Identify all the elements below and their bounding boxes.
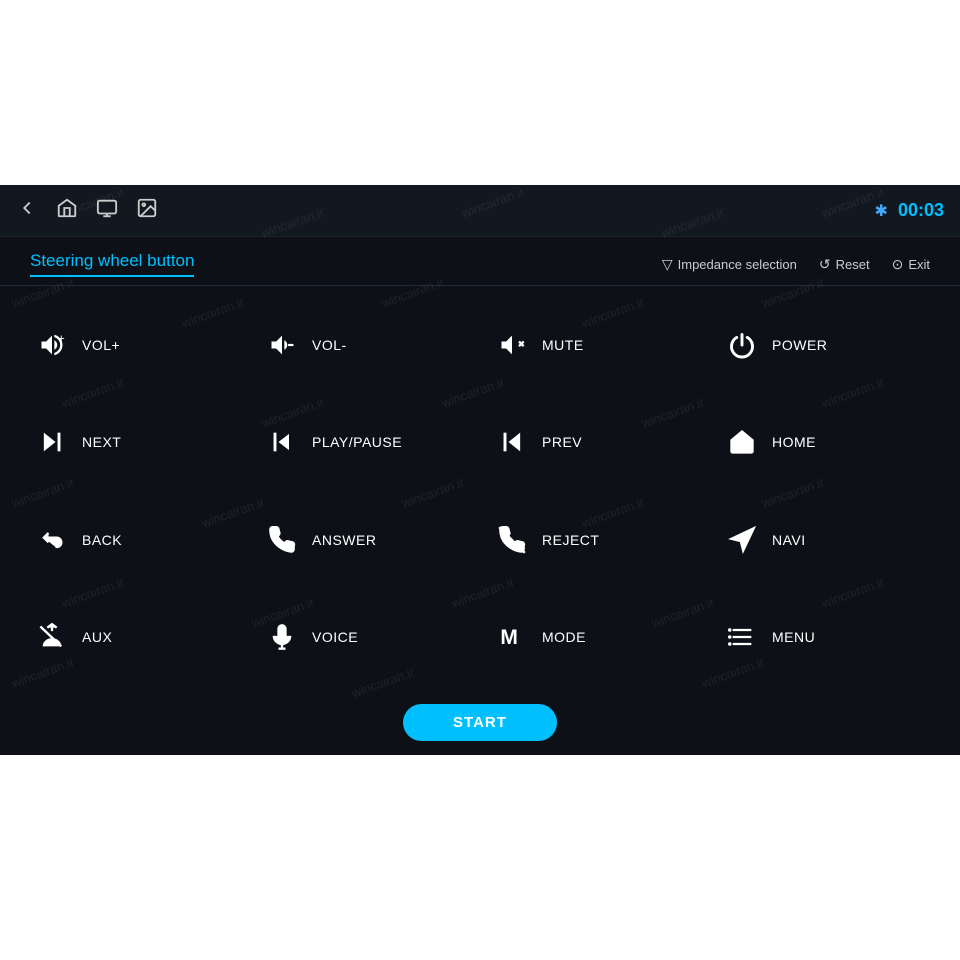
menu-button[interactable]: MENU (710, 589, 940, 687)
reject-button[interactable]: REJECT (480, 491, 710, 589)
svg-text:M: M (500, 626, 517, 649)
back-label: BACK (82, 532, 122, 548)
vol-plus-label: VOL+ (82, 337, 120, 353)
reset-action[interactable]: ↺ Reset (819, 256, 870, 273)
reset-icon: ↺ (819, 256, 831, 273)
impedance-selection-action[interactable]: ▽ Impedance selection (662, 256, 797, 273)
next-label: NEXT (82, 434, 121, 450)
power-icon (726, 331, 758, 359)
prev-button[interactable]: PREV (480, 394, 710, 492)
home-btn-icon (726, 428, 758, 456)
play-pause-label: PLAY/PAUSE (312, 434, 402, 450)
home-button[interactable]: HOME (710, 394, 940, 492)
content-area: Steering wheel button ▽ Impedance select… (0, 237, 960, 755)
home-label: HOME (772, 434, 816, 450)
gallery-icon[interactable] (136, 197, 158, 224)
back-btn-icon (36, 526, 68, 554)
mute-label: MUTE (542, 337, 584, 353)
prev-label: PREV (542, 434, 582, 450)
menu-label: MENU (772, 629, 815, 645)
power-button[interactable]: POWER (710, 296, 940, 394)
vol-minus-button[interactable]: VOL- (250, 296, 480, 394)
nav-icons (16, 197, 158, 224)
clock-display: 00:03 (898, 200, 944, 221)
next-button[interactable]: NEXT (20, 394, 250, 492)
mute-icon (496, 331, 528, 359)
exit-label: Exit (908, 257, 930, 272)
exit-icon: ⊙ (892, 256, 904, 273)
power-label: POWER (772, 337, 827, 353)
reject-label: REJECT (542, 532, 599, 548)
page-title: Steering wheel button (30, 251, 194, 277)
back-button[interactable]: BACK (20, 491, 250, 589)
mute-button[interactable]: MUTE (480, 296, 710, 394)
bottom-white-area (0, 755, 960, 960)
next-icon (36, 428, 68, 456)
top-bar-right: ✱ 00:03 (875, 200, 944, 221)
home-icon[interactable] (56, 197, 78, 224)
buttons-grid: + VOL+ VOL- MUTE (0, 286, 960, 696)
svg-text:+: + (58, 332, 65, 345)
vol-minus-label: VOL- (312, 337, 347, 353)
impedance-label: Impedance selection (678, 257, 797, 272)
navi-icon (726, 526, 758, 554)
app-container: wincairan.ir wincairan.ir wincairan.ir w… (0, 185, 960, 755)
start-button[interactable]: START (403, 704, 557, 741)
mode-label: MODE (542, 629, 586, 645)
screen-icon[interactable] (96, 197, 118, 224)
play-pause-icon (266, 428, 298, 456)
vol-down-icon (266, 331, 298, 359)
mode-button[interactable]: M MODE (480, 589, 710, 687)
reject-icon (496, 526, 528, 554)
vol-up-icon: + (36, 331, 68, 359)
page-header: Steering wheel button ▽ Impedance select… (0, 237, 960, 286)
play-pause-button[interactable]: PLAY/PAUSE (250, 394, 480, 492)
header-actions: ▽ Impedance selection ↺ Reset ⊙ Exit (662, 256, 930, 273)
navi-label: NAVI (772, 532, 806, 548)
vol-plus-button[interactable]: + VOL+ (20, 296, 250, 394)
navi-button[interactable]: NAVI (710, 491, 940, 589)
menu-icon (726, 623, 758, 651)
answer-icon (266, 526, 298, 554)
mode-icon: M (496, 623, 528, 651)
aux-icon (36, 623, 68, 651)
bluetooth-icon: ✱ (875, 201, 888, 221)
aux-label: AUX (82, 629, 112, 645)
voice-button[interactable]: VOICE (250, 589, 480, 687)
voice-label: VOICE (312, 629, 358, 645)
reset-label: Reset (836, 257, 870, 272)
answer-label: ANSWER (312, 532, 376, 548)
top-white-area (0, 0, 960, 185)
start-button-area: START (0, 696, 960, 755)
exit-action[interactable]: ⊙ Exit (892, 256, 930, 273)
aux-button[interactable]: AUX (20, 589, 250, 687)
top-bar: ✱ 00:03 (0, 185, 960, 237)
answer-button[interactable]: ANSWER (250, 491, 480, 589)
voice-icon (266, 623, 298, 651)
prev-icon (496, 428, 528, 456)
impedance-icon: ▽ (662, 256, 673, 273)
back-icon[interactable] (16, 197, 38, 224)
